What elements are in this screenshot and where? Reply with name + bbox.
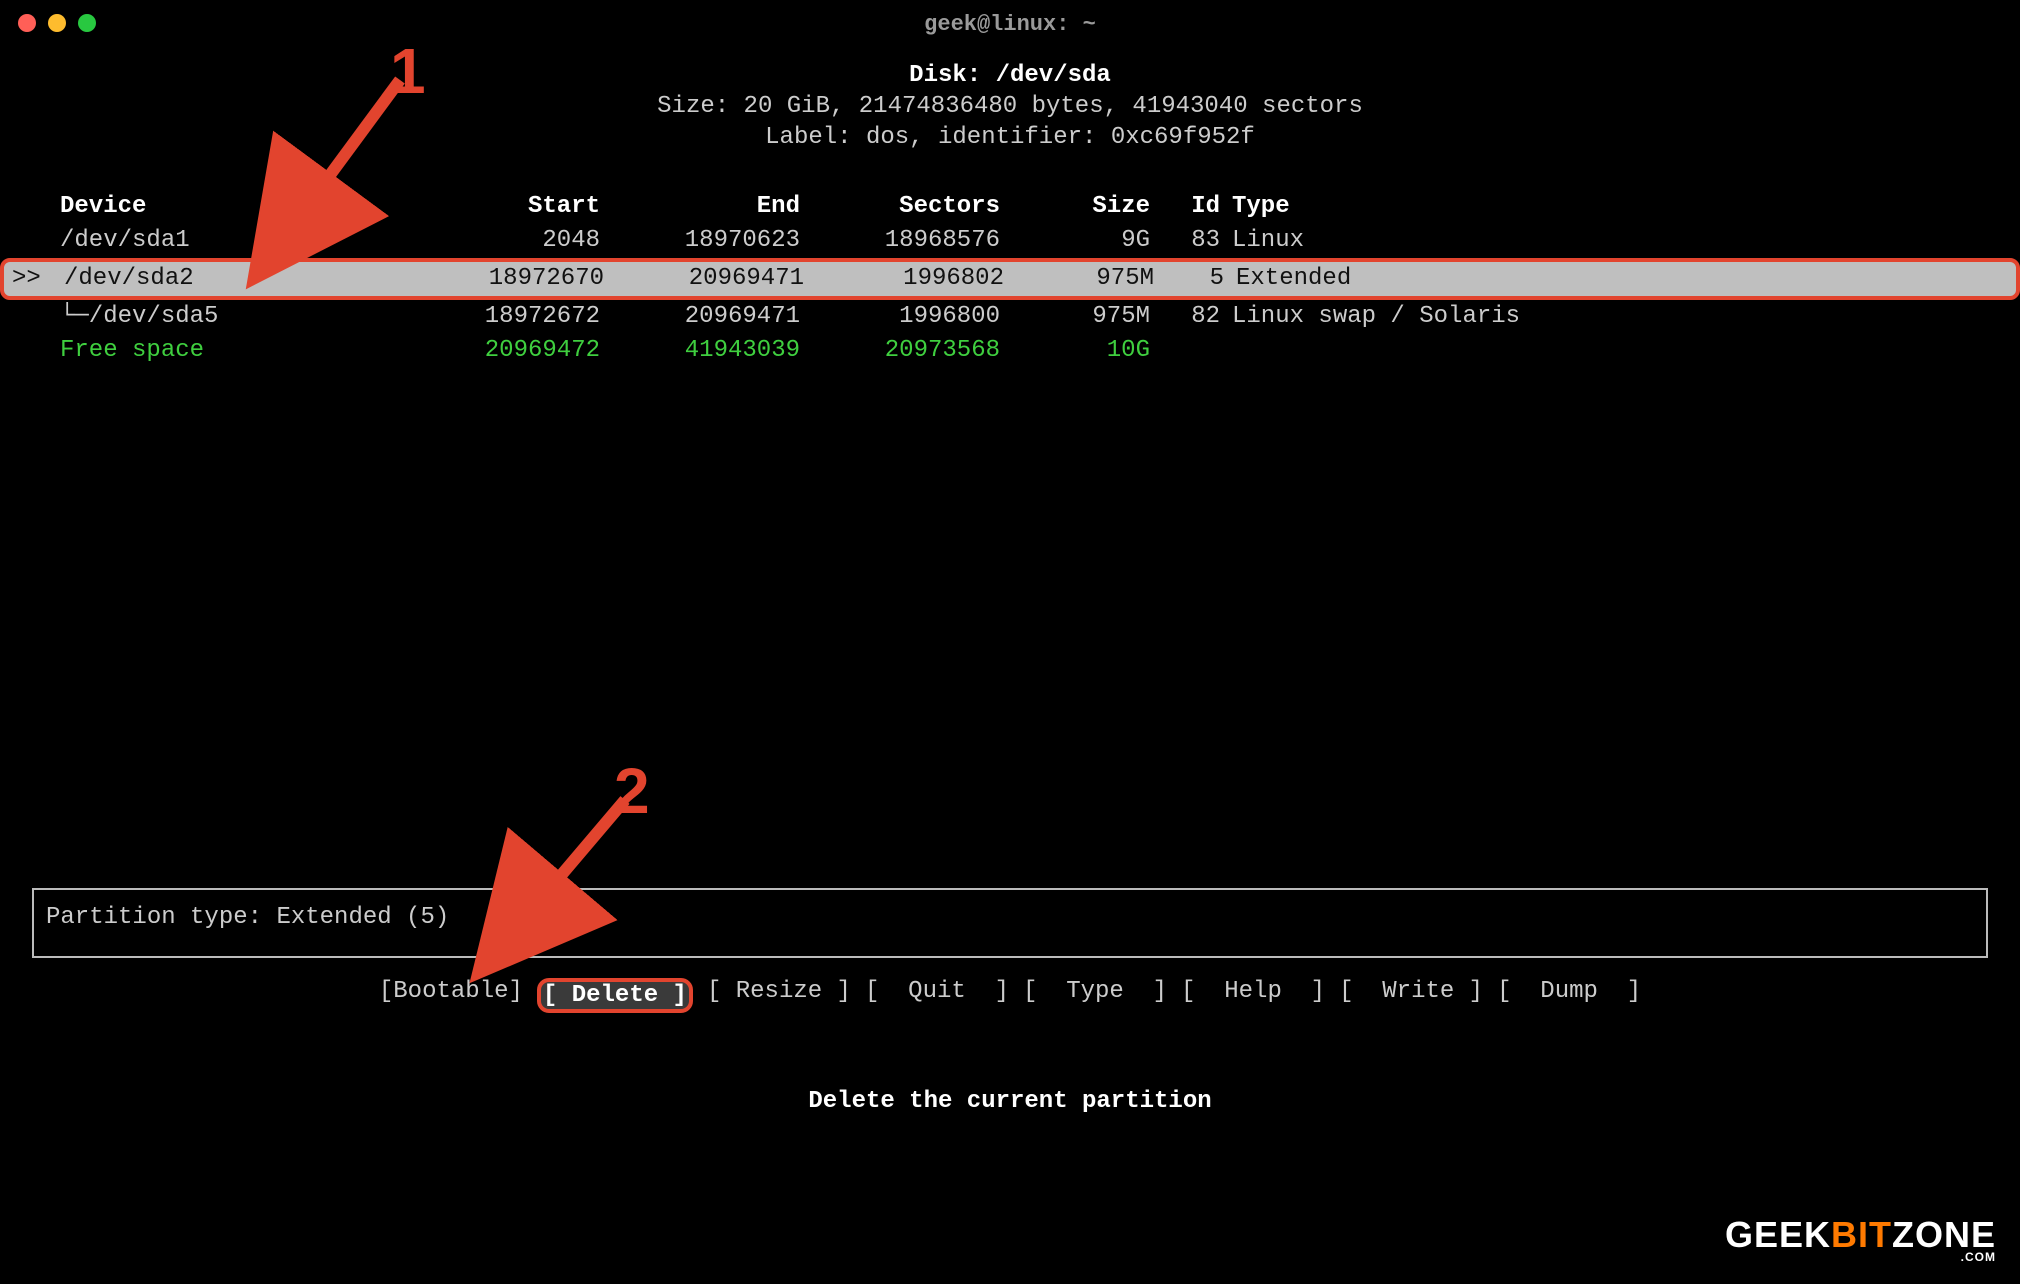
- row-size: 10G: [1000, 334, 1150, 368]
- row-size: 975M: [1004, 262, 1154, 296]
- row-start: 2048: [400, 224, 600, 258]
- annotation-number-2: 2: [614, 754, 650, 828]
- watermark-c: ZONE: [1892, 1214, 1996, 1255]
- row-device: Free space: [60, 334, 290, 368]
- row-type: Linux swap / Solaris: [1220, 300, 2000, 334]
- menu-dump-button[interactable]: [ Dump ]: [1497, 978, 1641, 1013]
- action-menu: [Bootable] [ Delete ] [ Resize ] [ Quit ] [ …: [0, 978, 2020, 1013]
- disk-label-line: Label: dos, identifier: 0xc69f952f: [0, 122, 2020, 153]
- disk-title: Disk: /dev/sda: [0, 60, 2020, 91]
- row-device: /dev/sda2: [64, 262, 294, 296]
- menu-type-button[interactable]: [ Type ]: [1023, 978, 1167, 1013]
- menu-quit-button[interactable]: [ Quit ]: [865, 978, 1009, 1013]
- partition-row[interactable]: >>/dev/sda2 18972670209694711996802975M5E…: [0, 258, 2020, 300]
- partition-info-box: Partition type: Extended (5): [32, 888, 1988, 958]
- col-boot: Boot: [290, 190, 400, 224]
- row-start: 18972670: [404, 262, 604, 296]
- row-end: 41943039: [600, 334, 800, 368]
- row-end: 20969471: [600, 300, 800, 334]
- row-device: /dev/sda1: [60, 224, 290, 258]
- col-sectors: Sectors: [800, 190, 1000, 224]
- row-type: Extended: [1224, 262, 1996, 296]
- row-id: 83: [1150, 224, 1220, 258]
- row-start: 20969472: [400, 334, 600, 368]
- col-start: Start: [400, 190, 600, 224]
- row-boot: *: [290, 224, 400, 258]
- row-id: 82: [1150, 300, 1220, 334]
- col-device: Device: [60, 190, 290, 224]
- row-sectors: 1996802: [804, 262, 1004, 296]
- action-hint: Delete the current partition: [0, 1088, 2020, 1115]
- partition-type-line: Partition type: Extended (5): [46, 904, 449, 931]
- row-sectors: 20973568: [800, 334, 1000, 368]
- col-end: End: [600, 190, 800, 224]
- row-mark: >>: [4, 262, 64, 296]
- row-sectors: 1996800: [800, 300, 1000, 334]
- row-device: └─/dev/sda5: [60, 300, 290, 334]
- row-id: 5: [1154, 262, 1224, 296]
- row-size: 9G: [1000, 224, 1150, 258]
- row-end: 18970623: [600, 224, 800, 258]
- disk-size-line: Size: 20 GiB, 21474836480 bytes, 4194304…: [0, 91, 2020, 122]
- partition-table-header: Device Boot Start End Sectors Size Id Ty…: [0, 190, 2020, 224]
- row-size: 975M: [1000, 300, 1150, 334]
- partition-table: Device Boot Start End Sectors Size Id Ty…: [0, 190, 2020, 368]
- disk-header: Disk: /dev/sda Size: 20 GiB, 21474836480…: [0, 60, 2020, 154]
- row-sectors: 18968576: [800, 224, 1000, 258]
- col-id: Id: [1150, 190, 1220, 224]
- row-type: Linux: [1220, 224, 2000, 258]
- partition-row[interactable]: └─/dev/sda5 18972672209694711996800975M82…: [0, 300, 2020, 334]
- menu-write-button[interactable]: [ Write ]: [1339, 978, 1483, 1013]
- watermark-b: BIT: [1831, 1214, 1892, 1255]
- partition-row[interactable]: Free space 20969472419430392097356810G: [0, 334, 2020, 368]
- col-size: Size: [1000, 190, 1150, 224]
- partition-row[interactable]: /dev/sda1*204818970623189685769G83Linux: [0, 224, 2020, 258]
- menu-help-button[interactable]: [ Help ]: [1181, 978, 1325, 1013]
- menu-bootable-button[interactable]: [Bootable]: [379, 978, 523, 1013]
- menu-resize-button[interactable]: [ Resize ]: [707, 978, 851, 1013]
- row-end: 20969471: [604, 262, 804, 296]
- watermark: GEEKBITZONE .COM: [1725, 1214, 1996, 1264]
- row-start: 18972672: [400, 300, 600, 334]
- window-title: geek@linux: ~: [0, 12, 2020, 37]
- annotation-number-1: 1: [390, 34, 426, 108]
- menu-delete-button[interactable]: [ Delete ]: [537, 978, 693, 1013]
- watermark-a: GEEK: [1725, 1214, 1831, 1255]
- col-type: Type: [1220, 190, 2000, 224]
